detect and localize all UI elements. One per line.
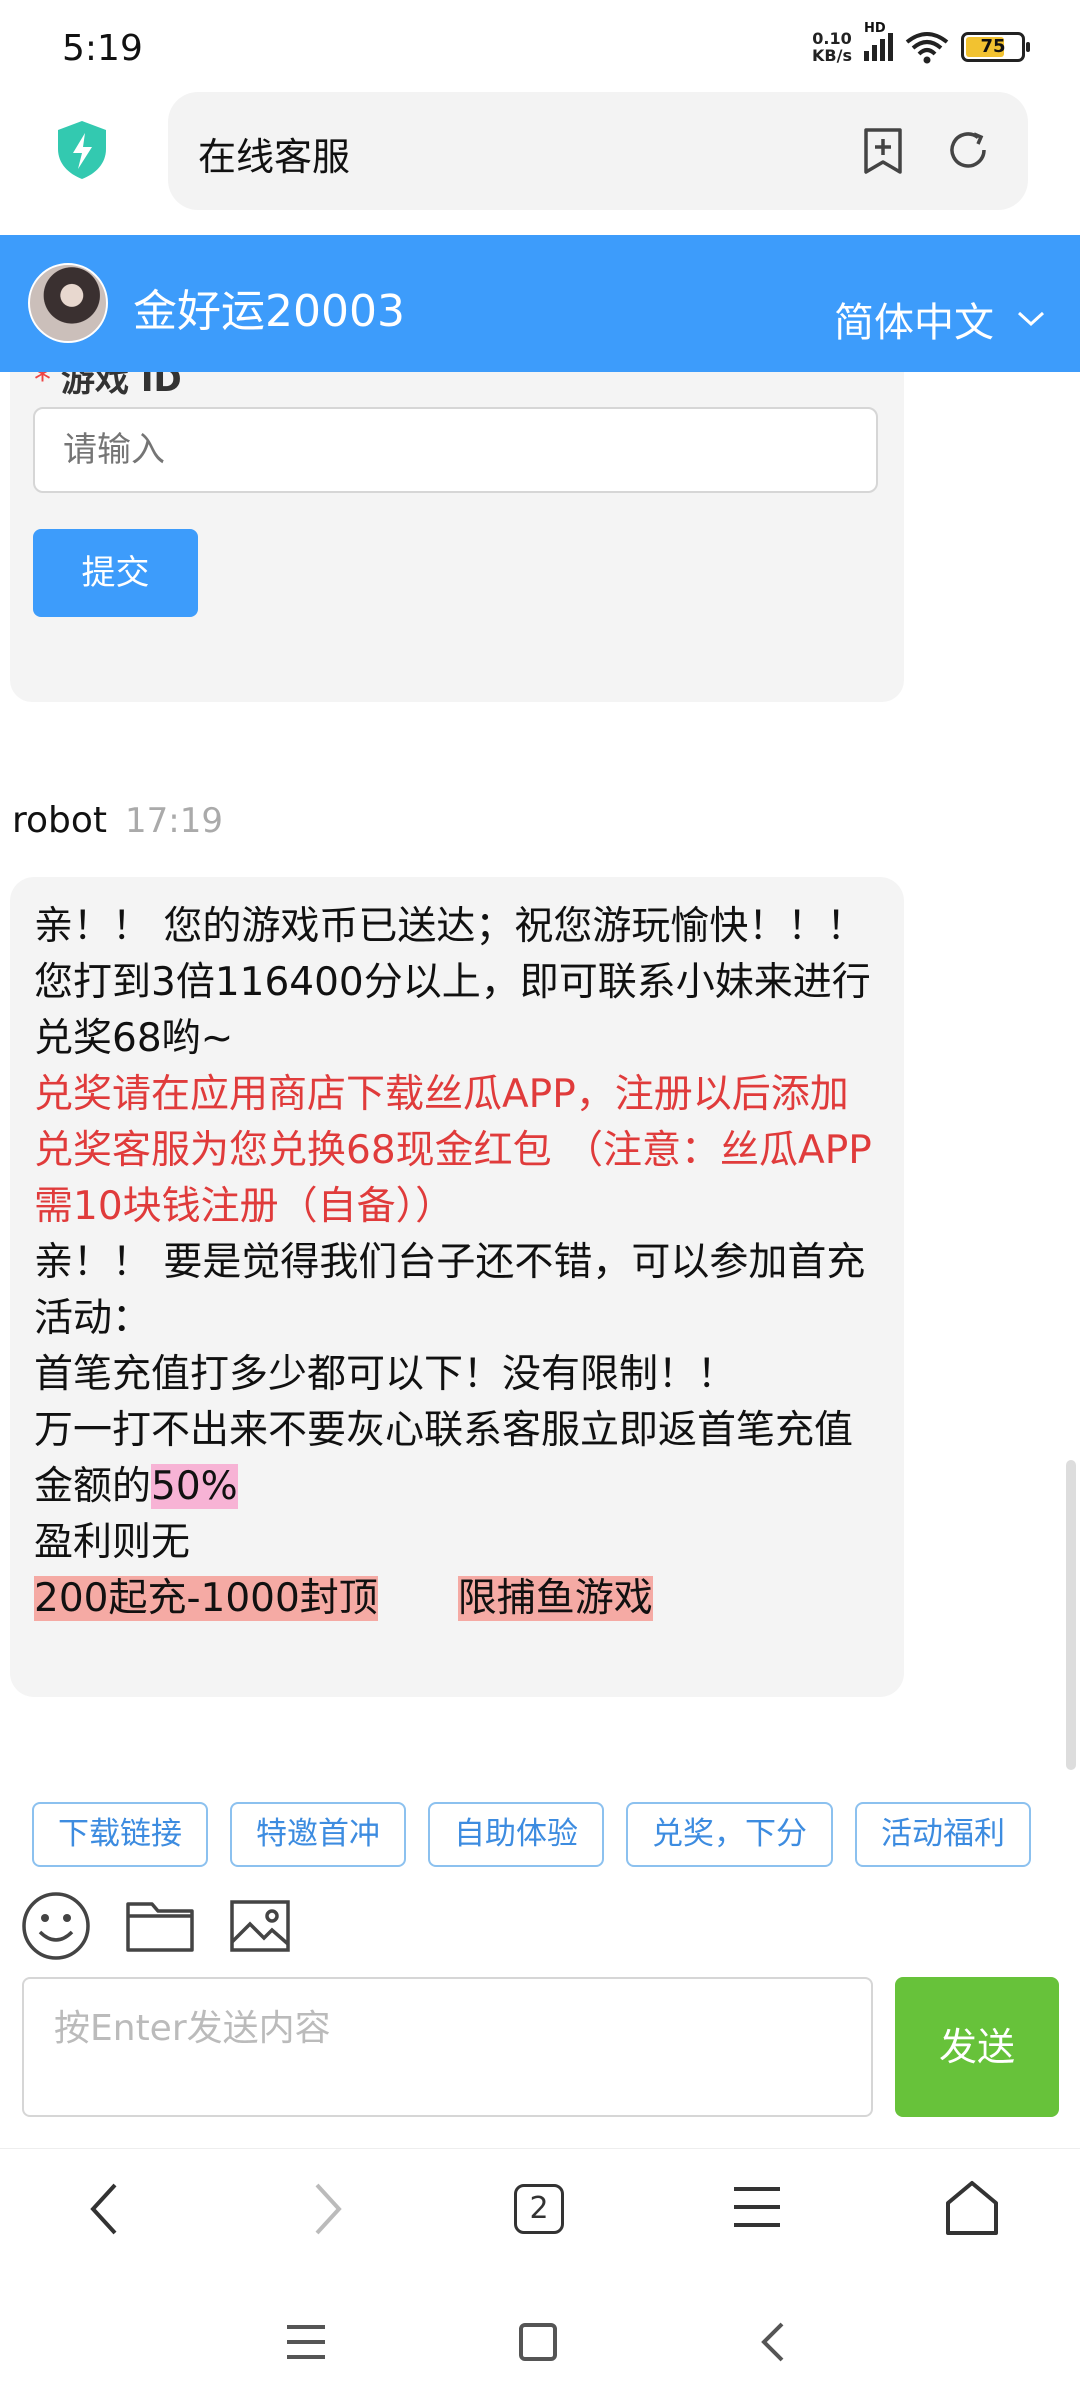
send-button[interactable]: 发送	[895, 1977, 1059, 2117]
game-id-input[interactable]	[33, 407, 878, 493]
chat-header: 金好运20003 简体中文	[0, 235, 1080, 372]
chip-benefits[interactable]: 活动福利	[855, 1802, 1031, 1867]
language-selector[interactable]: 简体中文	[834, 290, 1046, 348]
chat-scrollbar[interactable]	[1066, 1460, 1076, 1770]
message-line: 亲！！ 要是觉得我们台子还不错，可以参加首充活动：	[34, 1240, 866, 1341]
back-nav-icon[interactable]	[758, 2320, 788, 2364]
forward-icon[interactable]	[307, 2179, 347, 2239]
message-sender: robot 17:19	[12, 800, 223, 841]
agent-name: 金好运20003	[133, 286, 405, 337]
message-time: 17:19	[125, 801, 224, 841]
game-id-form: *游戏 ID 提交	[10, 372, 904, 702]
message-line: 200起充-1000封顶 限捕鱼游戏	[34, 1571, 880, 1627]
wifi-icon	[905, 32, 949, 64]
message-line-notice: 兑奖请在应用商店下载丝瓜APP，注册以后添加兑奖客服为您兑换68现金红包 （注意…	[34, 1072, 872, 1229]
menu-icon[interactable]	[730, 2179, 784, 2235]
emoji-icon[interactable]	[20, 1890, 92, 1962]
recent-apps-icon[interactable]	[285, 2322, 327, 2362]
field-label: * 游戏 ID	[34, 372, 182, 401]
address-bar[interactable]: 在线客服	[168, 92, 1028, 210]
tabs-button[interactable]: 2	[514, 2184, 564, 2234]
hd-label: HD	[864, 21, 886, 36]
quick-replies: 下载链接 特邀首冲 自助体验 兑奖，下分 活动福利	[32, 1802, 1031, 1867]
highlight-percent: 50%	[151, 1464, 238, 1509]
page-title: 在线客服	[198, 135, 351, 179]
battery-icon: 75	[961, 32, 1030, 62]
chip-download-link[interactable]: 下载链接	[32, 1802, 208, 1867]
back-icon[interactable]	[85, 2179, 125, 2239]
home-nav-icon[interactable]	[518, 2322, 558, 2362]
highlight-range: 200起充-1000封顶	[34, 1576, 378, 1621]
message-line: 您打到3倍116400分以上，即可联系小妹来进行兑奖68哟~	[34, 960, 871, 1061]
system-nav	[0, 2280, 1080, 2400]
chat-messages[interactable]: *游戏 ID 提交 robot 17:19 亲！！ 您的游戏币已送达；祝您游玩愉快…	[0, 372, 1080, 1767]
chevron-down-icon	[1017, 311, 1045, 327]
folder-icon[interactable]	[124, 1896, 196, 1956]
language-label: 简体中文	[834, 300, 994, 346]
refresh-icon[interactable]	[944, 126, 992, 174]
sender-name: robot	[12, 800, 108, 841]
network-speed: 0.10 KB/s	[812, 29, 852, 65]
status-bar: 5:19 0.10 KB/s HD 75	[0, 0, 1080, 95]
browser-bar: 在线客服	[0, 92, 1080, 232]
message-bubble: 亲！！ 您的游戏币已送达；祝您游玩愉快！！！ 您打到3倍116400分以上，即可…	[10, 877, 904, 1697]
highlight-limit: 限捕鱼游戏	[457, 1576, 653, 1621]
message-line: 盈利则无	[34, 1520, 191, 1565]
image-icon[interactable]	[228, 1898, 292, 1954]
message-line: 万一打不出来不要灰心联系客服立即返首笔充值金额的50%	[34, 1408, 854, 1509]
message-line: 亲！！ 您的游戏币已送达；祝您游玩愉快！！！	[34, 904, 866, 949]
submit-button[interactable]: 提交	[33, 529, 198, 617]
status-icons: 0.10 KB/s HD 75	[812, 21, 1030, 65]
bookmark-add-icon[interactable]	[860, 126, 906, 176]
browser-nav: 2	[0, 2148, 1080, 2268]
status-time: 5:19	[62, 28, 143, 69]
message-line: 首笔充值打多少都可以下！没有限制！！	[34, 1352, 737, 1397]
signal-icon: HD	[864, 21, 893, 61]
required-mark: *	[34, 372, 51, 400]
chip-first-deposit[interactable]: 特邀首冲	[230, 1802, 406, 1867]
composer-tools	[20, 1890, 292, 1962]
message-input[interactable]: 按Enter发送内容	[22, 1977, 873, 2117]
shield-icon[interactable]	[54, 119, 110, 181]
agent-avatar	[28, 263, 108, 343]
home-icon[interactable]	[944, 2179, 1000, 2237]
chip-redeem[interactable]: 兑奖，下分	[626, 1802, 833, 1867]
chip-self-service[interactable]: 自助体验	[428, 1802, 604, 1867]
